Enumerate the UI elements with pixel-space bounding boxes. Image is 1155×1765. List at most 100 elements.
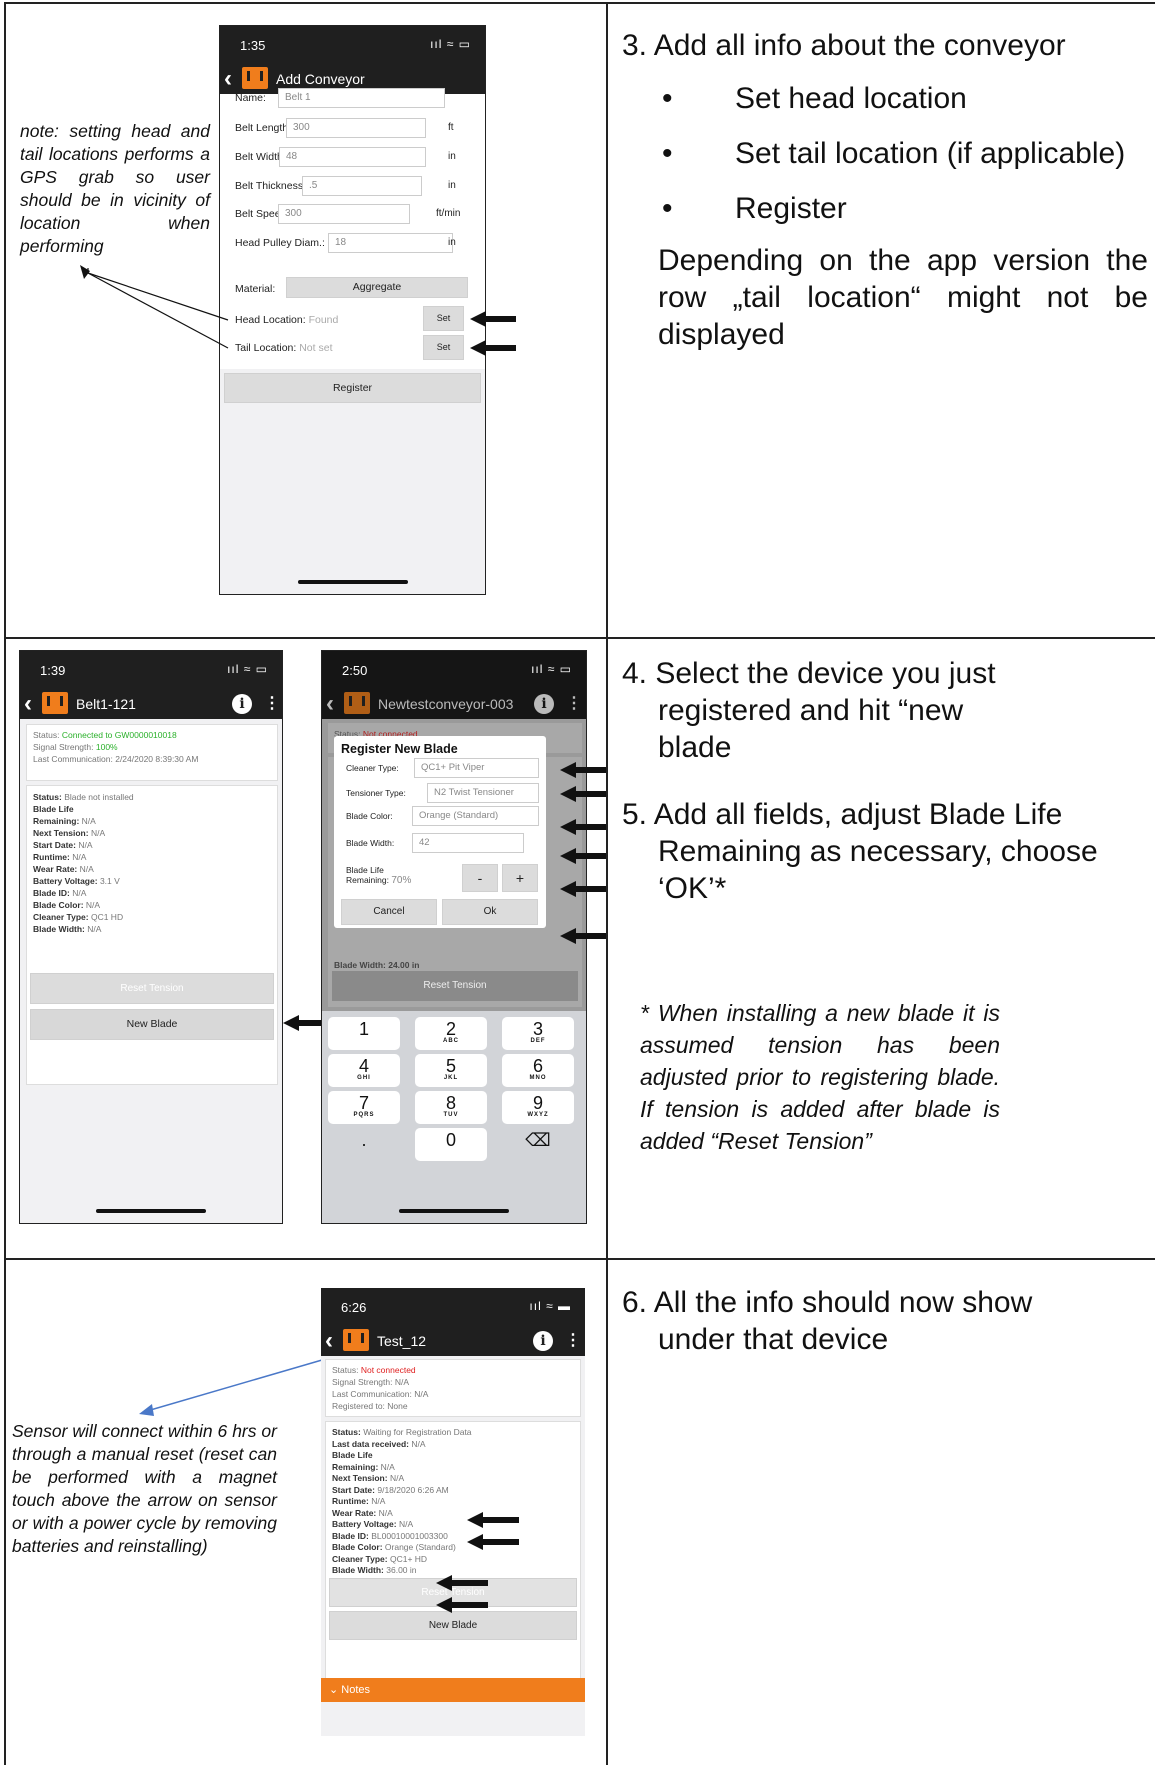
bullet-item: • [662,82,673,115]
info-row: Cleaner Type: QC1+ HD [332,1553,428,1564]
info-row: Remaining: N/A [33,816,96,826]
arrow-ok [560,928,606,944]
nav-bar: ‹ Newtestconveyor-003 i ⋮ [322,689,586,719]
more-icon[interactable]: ⋮ [565,1330,581,1350]
keypad-key[interactable]: 8 TUV [415,1091,487,1124]
row2-instruction-4: 4. Select the device you just registered… [622,657,996,764]
arrow-head-location [470,311,516,327]
info-row: Status: Blade not installed [33,792,134,802]
info-row: Blade ID: N/A [33,888,87,898]
bullet-item-text: Set head location [735,82,967,115]
arrow-blade-color [467,1534,519,1550]
keypad-key[interactable]: 2 ABC [415,1017,487,1050]
info-row: Cleaner Type: QC1 HD [33,912,124,922]
status-bar: 6:26 ııl ≈ ▬ [321,1288,585,1326]
dialog-field-input[interactable]: 42 [412,833,524,853]
blade-life-plus-button[interactable]: + [502,864,538,892]
keypad-key[interactable]: 7 PQRS [328,1091,400,1124]
blade-info-card: Status: Waiting for Registration Data Las… [325,1421,581,1686]
back-chevron-icon[interactable]: ‹ [325,1327,333,1355]
info-row: Blade Life [332,1450,373,1460]
arrow-blade-color [560,819,606,835]
info-row: Blade Color: Orange (Standard) [332,1542,456,1552]
cancel-button[interactable]: Cancel [341,899,437,925]
clock: 6:26 [341,1300,367,1315]
back-chevron-icon[interactable]: ‹ [24,690,32,718]
keypad-key[interactable]: . [328,1128,400,1161]
dialog-field-label: Blade Width: [346,838,395,848]
dialog-field-input[interactable]: N2 Twist Tensioner [427,783,539,803]
keypad-key[interactable]: 6 MNO [502,1054,574,1087]
screen-title: Test_12 [377,1333,427,1349]
bullet-item-text: Register [735,192,847,225]
new-blade-button[interactable]: New Blade [329,1611,577,1640]
more-icon[interactable]: ⋮ [264,693,280,713]
note-pointer-lines [80,265,229,349]
dialog-field-label: Blade Color: [346,811,393,821]
bullet-item-text: Set tail location (if applicable) [735,137,1126,170]
connection-card: Status: Not connected Signal Strength: N… [325,1359,581,1417]
row1-instruction: 3. Add all info about the conveyor [622,29,1066,62]
row2-instruction-5: 5. Add all fields, adjust Blade Life Rem… [622,798,1098,905]
clock: 1:39 [40,663,66,678]
connection-card: Status: Connected to GW0000010018 Signal… [26,724,278,781]
blade-info-card: Status: Blade not installed Blade Life Re… [26,785,278,1085]
reset-tension-button[interactable]: Reset Tension [30,973,274,1004]
arrow-blade-width [436,1597,488,1613]
keypad-key[interactable]: ⌫ [502,1128,574,1161]
phone-register-blade: 2:50 ııl ≈ ▭ ‹ Newtestconveyor-003 i ⋮ S… [321,650,587,1224]
keypad-key[interactable]: 9 WXYZ [502,1091,574,1124]
arrow-blade-width [560,848,606,864]
back-chevron-icon[interactable]: ‹ [326,690,334,718]
row3-instruction: 6. All the info should now show under th… [622,1286,1033,1356]
bg-blade-width-row: Blade Width: 24.00 in [334,960,420,970]
screen-title: Newtestconveyor-003 [378,696,514,712]
phone-test-device: 6:26 ııl ≈ ▬ ‹ Test_12 i ⋮ Status: Not c… [321,1288,585,1736]
arrow-tensioner-type [560,786,606,802]
info-row: Runtime: N/A [33,852,87,862]
keypad-key[interactable]: 3 DEF [502,1017,574,1050]
bullet-item: • [662,137,673,170]
dialog-field-input[interactable]: Orange (Standard) [412,806,539,826]
keypad-key[interactable]: 4 GHI [328,1054,400,1087]
signal-icon: ııl ≈ ▭ [531,662,572,676]
blade-life-minus-button[interactable]: - [462,864,498,892]
info-row: Wear Rate: N/A [332,1507,393,1518]
new-blade-button[interactable]: New Blade [30,1009,274,1040]
dialog-title: Register New Blade [341,742,458,756]
signal-icon: ııl ≈ ▬ [529,1299,571,1313]
keypad-key[interactable]: 1 [328,1017,400,1050]
more-icon[interactable]: ⋮ [566,693,582,713]
arrow-cleaner-type [560,762,606,778]
status-bar: 1:39 ııl ≈ ▭ [20,651,282,689]
home-indicator [96,1209,206,1213]
info-row: Battery Voltage: 3.1 V [33,876,120,886]
arrow-blade-life-plus [560,881,606,897]
notes-bar[interactable]: ⌄ Notes [321,1678,585,1702]
status-bar: 2:50 ııl ≈ ▭ [322,651,586,689]
keypad-key[interactable]: 5 JKL [415,1054,487,1087]
dialog-field-label: Cleaner Type: [346,763,399,773]
info-icon[interactable]: i [534,694,554,714]
info-icon[interactable]: i [533,1331,553,1351]
dialog-field-input[interactable]: QC1+ Pit Viper [414,758,539,778]
nav-bar: ‹ Belt1-121 i ⋮ [20,689,282,719]
nav-bar: ‹ Test_12 i ⋮ [321,1326,585,1356]
info-icon[interactable]: i [232,694,252,714]
phone-belt-detail: 1:39 ııl ≈ ▭ ‹ Belt1-121 i ⋮ Status: Con… [19,650,283,1224]
info-row: Blade Width: N/A [33,924,102,934]
arrow-tail-location [470,340,516,356]
martin-logo [42,692,68,714]
home-indicator [399,1209,509,1213]
bullet-item: • [662,192,673,225]
row1-paragraph: Depending on the app version the row „ta… [658,244,1148,351]
keypad-key[interactable]: 0 [415,1128,487,1161]
info-row: Wear Rate: N/A [33,864,94,874]
info-row: Next Tension: N/A [332,1473,405,1483]
register-blade-dialog: Register New Blade Cleaner Type: QC1+ Pit… [334,736,546,928]
info-row: Status: Waiting for Registration Data [332,1427,472,1437]
ok-button[interactable]: Ok [442,899,538,925]
numeric-keypad: 1 2 ABC 3 DEF 4 GHI 5 JKL 6 MNO 7 PQRS 8 TUV 9 WXYZ. 0 ⌫ [322,1011,586,1223]
info-row: Runtime: N/A [332,1496,386,1506]
martin-logo [343,1329,369,1351]
